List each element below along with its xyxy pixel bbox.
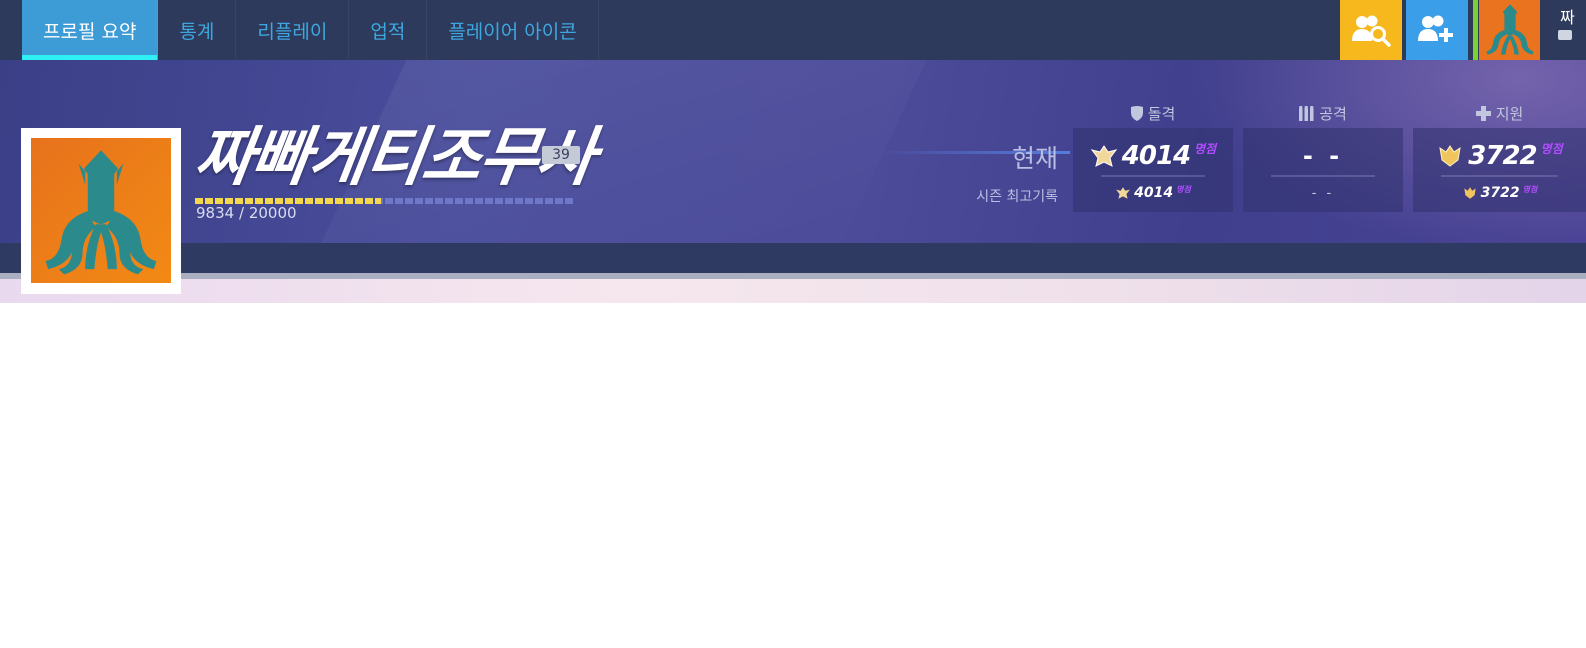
player-name: 짜빠게티조무사 [189,121,599,195]
sr-season-best: 3722 [1480,185,1520,201]
tab-replays[interactable]: 리플레이 [236,0,350,60]
kraken-icon [45,149,157,274]
user-avatar[interactable] [1479,0,1540,60]
sr-season-best: - - [1311,185,1335,201]
cell-divider [1271,175,1375,177]
tab-profile-summary[interactable]: 프로필 요약 [22,0,159,60]
search-player-button[interactable] [1340,0,1402,60]
rating-cell-tank: 4014 명점 4014 명점 [1073,128,1233,212]
master-rank-icon [1463,187,1476,199]
role-name: 지원 [1495,104,1524,123]
background-art-strip [0,279,1586,303]
user-level-badge [1558,30,1572,40]
tier-label: 명점 [1176,185,1191,194]
xp-readout: 9834 / 20000 [196,204,297,222]
sr-current: 4014 [1121,141,1191,171]
top-nav-bar: 프로필 요약 통계 리플레이 업적 플레이어 아이콘 짜 [0,0,1586,60]
tab-label: 플레이어 아이콘 [448,20,577,43]
add-friend-icon [1418,15,1453,42]
tier-label: 명점 [1522,185,1538,194]
grandmaster-rank-icon [1116,187,1130,199]
sr-season-best: 4014 [1134,185,1174,201]
tab-label: 리플레이 [257,20,328,43]
tab-player-icons[interactable]: 플레이어 아이콘 [427,0,599,60]
tab-label: 업적 [370,20,406,43]
cross-icon [1475,105,1491,121]
role-header-tank: 돌격 [1073,102,1233,124]
add-friend-button[interactable] [1406,0,1468,60]
tab-stats[interactable]: 통계 [158,0,237,60]
header-bottom-strip [0,243,1586,273]
xp-total: 20000 [248,204,297,222]
xp-separator: / [238,204,245,222]
sr-current: - - [1302,142,1344,170]
ammo-icon [1299,105,1314,121]
tab-label: 프로필 요약 [43,20,137,43]
kraken-icon [1485,4,1534,55]
tab-achievements[interactable]: 업적 [349,0,428,60]
shield-icon [1130,105,1143,121]
role-header-damage: 공격 [1243,102,1403,124]
row-label-current: 현재 [1011,144,1058,173]
user-name: 짜 [1560,8,1575,27]
row-label-season-best: 시즌 최고기록 [976,189,1058,205]
rating-cell-damage: - - - - [1243,128,1403,212]
player-icon-frame [31,138,171,283]
tab-label: 통계 [179,20,215,43]
online-status-indicator [1473,0,1478,60]
master-rank-icon [1439,145,1461,167]
grandmaster-rank-icon [1090,145,1118,167]
role-name: 돌격 [1147,104,1176,123]
rating-cell-support: 3722 명점 3722 명점 [1413,128,1586,212]
tier-label: 명점 [1540,142,1563,156]
player-level-badge: 39 [542,146,580,164]
player-portrait [21,128,181,294]
sr-current: 3722 [1468,141,1537,171]
cell-divider [1101,175,1205,177]
people-search-icon [1352,15,1391,47]
role-name: 공격 [1319,104,1347,123]
tier-label: 명점 [1194,142,1217,156]
cell-divider [1441,175,1558,177]
profile-tabs: 프로필 요약 통계 리플레이 업적 플레이어 아이콘 [22,0,599,60]
xp-current: 9834 [196,204,235,222]
role-header-support: 지원 [1413,102,1586,124]
